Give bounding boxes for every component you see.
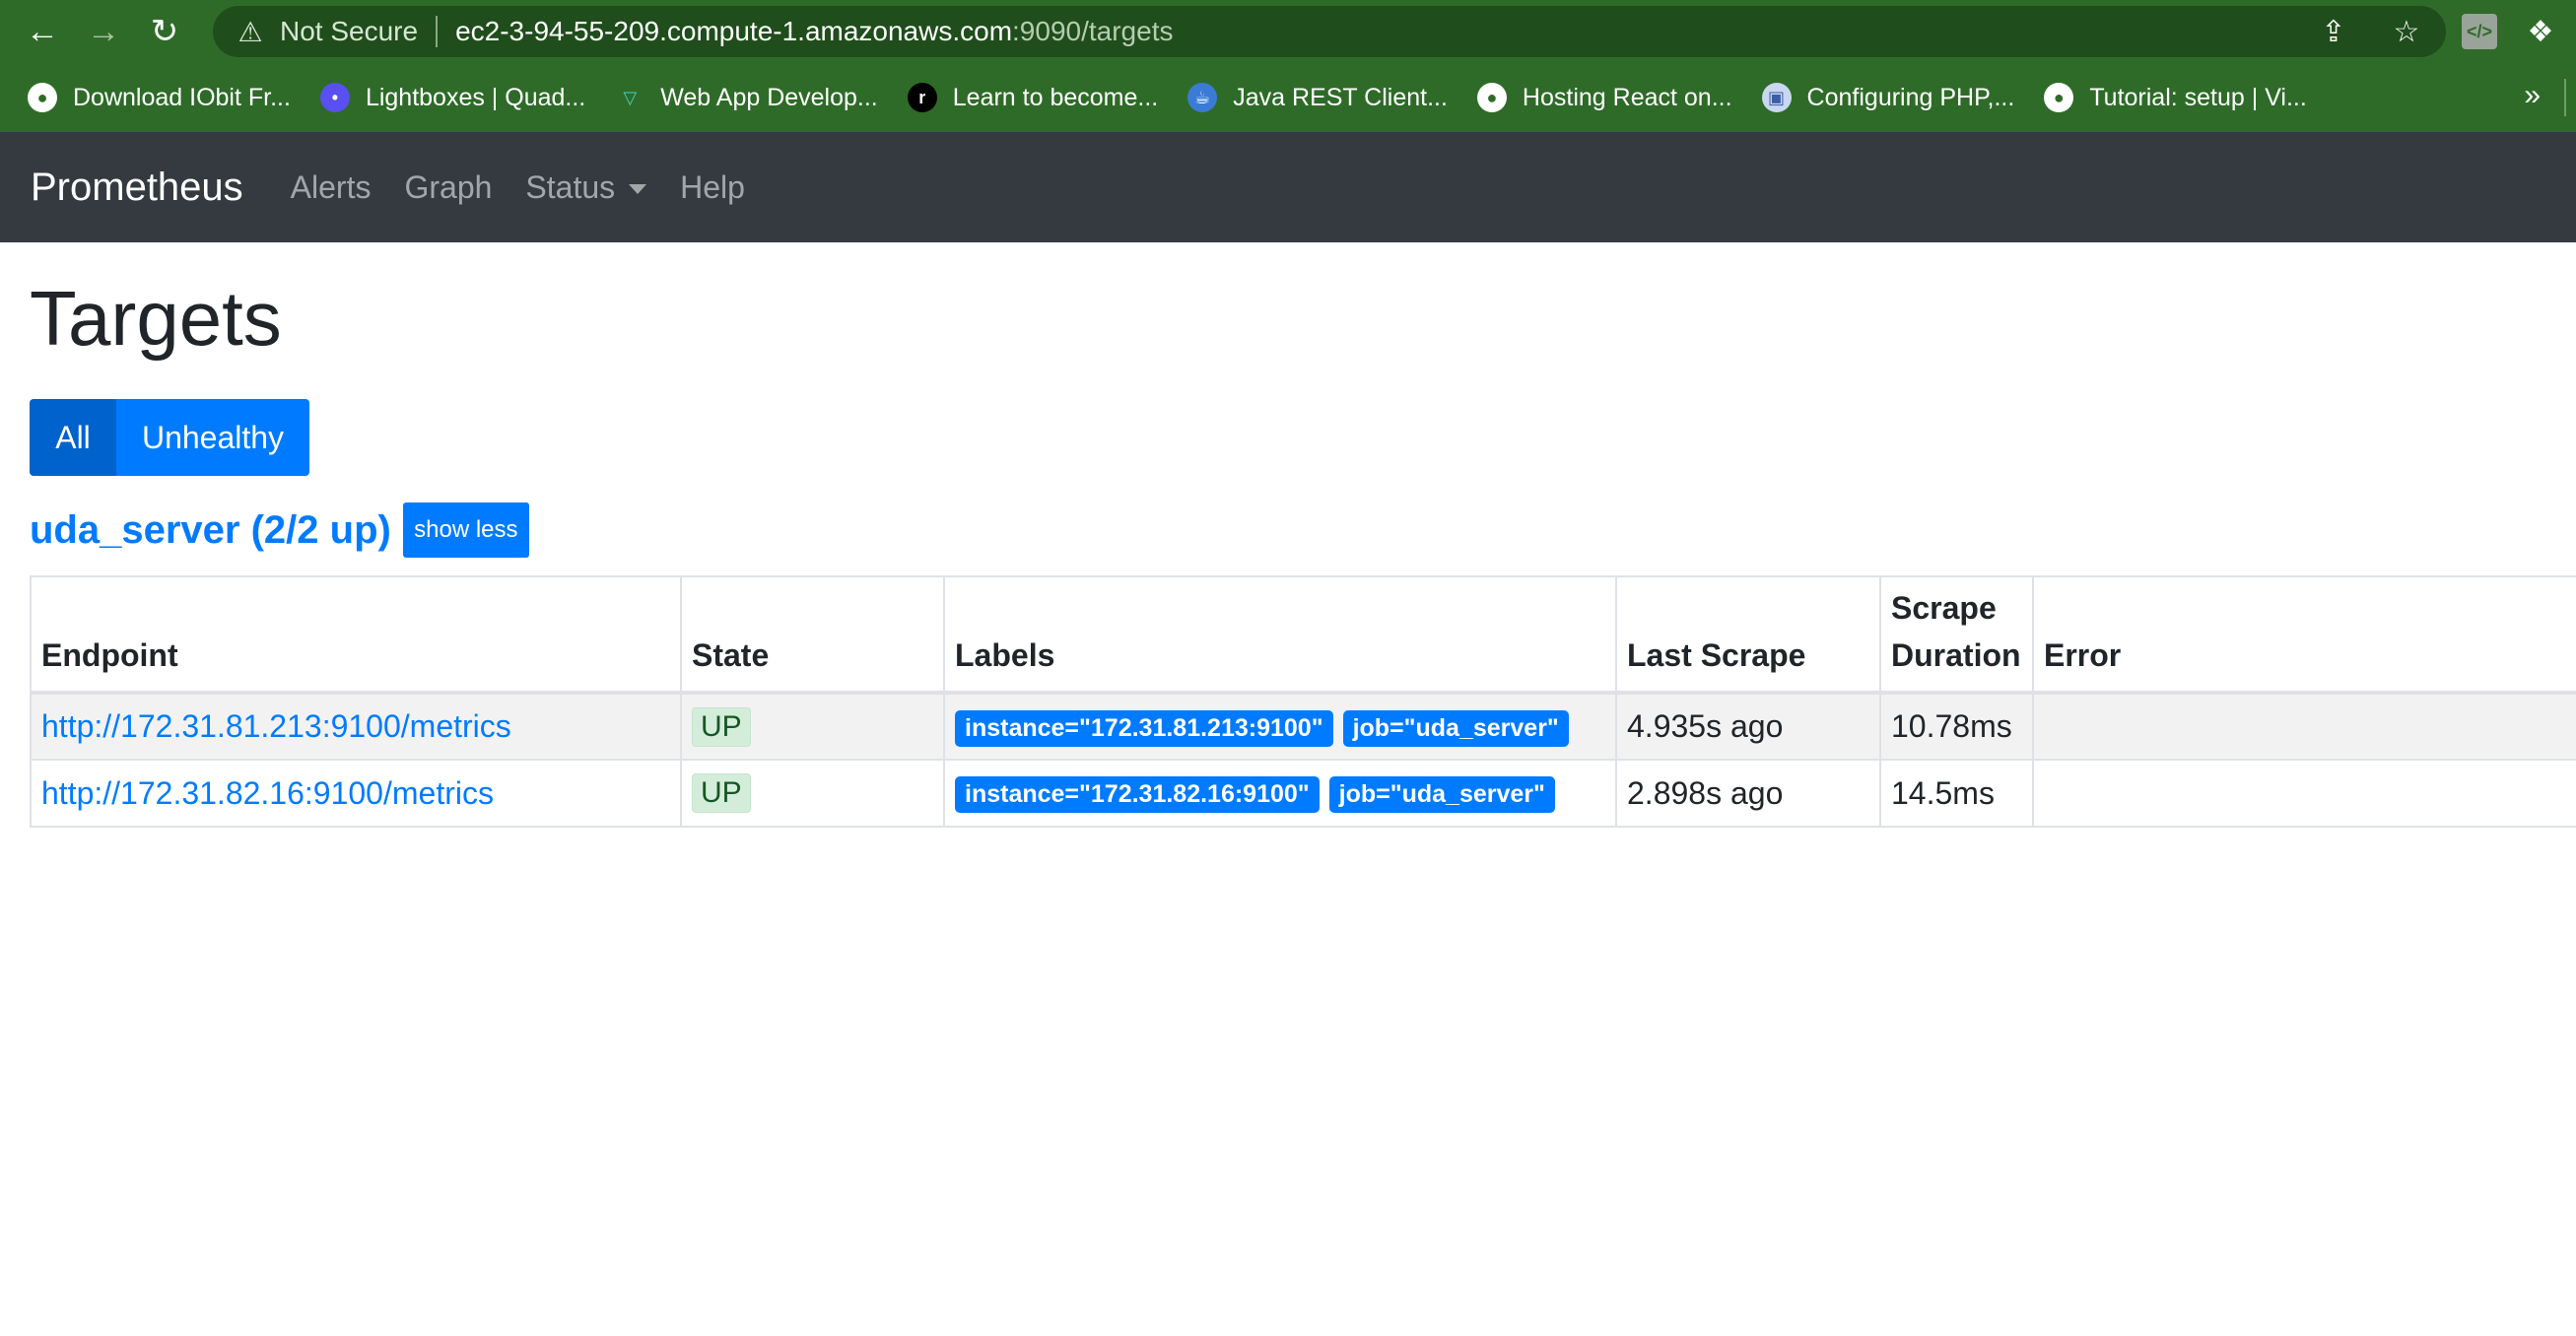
nav-status-dropdown[interactable]: Status — [525, 168, 647, 206]
bookmarks-bar: ● Download IObit Fr... • Lightboxes | Qu… — [0, 63, 2576, 132]
last-scrape-cell: 2.898s ago — [1615, 759, 1881, 828]
extensions-puzzle-icon[interactable]: ❖ — [2523, 14, 2558, 49]
bookmark-label: Tutorial: setup | Vi... — [2089, 83, 2307, 111]
bookmark-item[interactable]: • Lightboxes | Quad... — [319, 83, 586, 112]
browser-toolbar: ← → ↻ ⚠ Not Secure ec2-3-94-55-209.compu… — [0, 0, 2576, 63]
error-cell — [2032, 692, 2576, 761]
caret-down-icon — [629, 184, 647, 195]
header-last-scrape: Last Scrape — [1615, 575, 1881, 695]
bookmarks-divider — [2564, 79, 2566, 116]
address-bar[interactable]: ⚠ Not Secure ec2-3-94-55-209.compute-1.a… — [213, 6, 2446, 57]
globe-icon: ● — [1476, 83, 1507, 112]
nav-help[interactable]: Help — [680, 169, 745, 206]
table-row: http://172.31.82.16:9100/metrics UP inst… — [30, 759, 2576, 828]
forward-arrow-icon[interactable]: → — [81, 9, 126, 54]
header-endpoint: Endpoint — [30, 575, 682, 695]
state-cell: UP — [680, 759, 945, 828]
share-icon[interactable]: ⇪ — [2314, 12, 2353, 51]
filter-unhealthy-button[interactable]: Unhealthy — [116, 399, 309, 476]
star-icon[interactable]: ☆ — [2387, 12, 2426, 51]
vue-logo-icon: ▽ — [623, 87, 638, 107]
java-icon: ☕ — [1187, 83, 1218, 112]
bookmark-label: Download IObit Fr... — [73, 83, 291, 111]
nav-status-label: Status — [525, 168, 616, 205]
endpoint-cell: http://172.31.81.213:9100/metrics — [30, 692, 682, 761]
cube-icon: ▣ — [1761, 83, 1792, 112]
labels-cell: instance="172.31.82.16:9100" job="uda_ser… — [943, 759, 1617, 828]
state-badge: UP — [692, 706, 751, 747]
state-cell: UP — [680, 692, 945, 761]
bookmark-label: Lightboxes | Quad... — [365, 83, 586, 111]
table-header-row: Endpoint State Labels Last Scrape Scrape… — [30, 575, 2576, 695]
page-title: Targets — [30, 275, 282, 362]
job-header: uda_server (2/2 up) show less — [30, 502, 529, 558]
address-divider — [436, 16, 439, 47]
job-label-badge: job="uda_server" — [1328, 776, 1555, 813]
bookmark-label: Java REST Client... — [1233, 83, 1448, 111]
job-title-link[interactable]: uda_server (2/2 up) — [30, 508, 391, 553]
bookmark-item[interactable]: ☕ Java REST Client... — [1187, 83, 1448, 112]
scrape-duration-cell: 10.78ms — [1879, 692, 2034, 761]
nav-graph[interactable]: Graph — [404, 169, 492, 206]
url-host[interactable]: ec2-3-94-55-209.compute-1.amazonaws.com — [455, 16, 1012, 47]
reload-icon[interactable]: ↻ — [142, 9, 187, 54]
globe-icon: ● — [28, 83, 57, 112]
last-scrape-cell: 4.935s ago — [1615, 692, 1881, 761]
bookmark-item[interactable]: ● Tutorial: setup | Vi... — [2044, 83, 2307, 112]
job-label-badge: job="uda_server" — [1342, 709, 1569, 747]
header-scrape-duration-line2: Duration — [1891, 637, 2021, 673]
prometheus-navbar: Prometheus Alerts Graph Status Help — [0, 132, 2576, 242]
purple-circle-icon: • — [319, 83, 350, 112]
brand-link[interactable]: Prometheus — [31, 166, 243, 210]
endpoint-cell: http://172.31.82.16:9100/metrics — [30, 759, 682, 828]
bookmark-item[interactable]: ▣ Configuring PHP,... — [1761, 83, 2015, 112]
header-scrape-duration-line1: Scrape — [1891, 590, 1997, 626]
scrape-duration-cell: 14.5ms — [1879, 759, 2034, 828]
bookmark-label: Hosting React on... — [1522, 83, 1732, 111]
filter-all-button[interactable]: All — [30, 399, 116, 476]
header-labels: Labels — [943, 575, 1617, 695]
bookmark-label: Configuring PHP,... — [1806, 83, 2015, 111]
bookmark-label: Learn to become... — [952, 83, 1159, 111]
url-path[interactable]: :9090/targets — [1012, 16, 1173, 47]
not-secure-label[interactable]: Not Secure — [280, 16, 418, 47]
r-logo-icon: r — [907, 83, 937, 112]
table-row: http://172.31.81.213:9100/metrics UP ins… — [30, 692, 2576, 761]
bookmark-item[interactable]: ● Download IObit Fr... — [28, 83, 291, 112]
back-arrow-icon[interactable]: ← — [20, 9, 65, 54]
instance-label-badge: instance="172.31.81.213:9100" — [955, 709, 1333, 747]
state-badge: UP — [692, 773, 751, 813]
bookmark-label: Web App Develop... — [660, 83, 878, 111]
labels-cell: instance="172.31.81.213:9100" job="uda_se… — [943, 692, 1617, 761]
show-less-button[interactable]: show less — [402, 502, 529, 558]
bookmarks-overflow-icon[interactable]: » — [2524, 79, 2541, 112]
bookmark-item[interactable]: r Learn to become... — [907, 83, 1159, 112]
globe-icon: ● — [2044, 83, 2074, 112]
bookmark-item[interactable]: ● Hosting React on... — [1476, 83, 1732, 112]
endpoint-link[interactable]: http://172.31.82.16:9100/metrics — [41, 775, 494, 811]
instance-label-badge: instance="172.31.82.16:9100" — [955, 776, 1320, 813]
header-error: Error — [2032, 575, 2576, 695]
code-extension-icon[interactable]: </> — [2462, 14, 2497, 49]
endpoint-link[interactable]: http://172.31.81.213:9100/metrics — [41, 708, 511, 744]
bookmark-item[interactable]: ▽ Web App Develop... — [615, 83, 878, 112]
warning-icon[interactable]: ⚠ — [235, 16, 266, 48]
filter-button-group: All Unhealthy — [30, 399, 309, 476]
targets-table: Endpoint State Labels Last Scrape Scrape… — [30, 575, 2576, 828]
error-cell — [2032, 759, 2576, 828]
nav-alerts[interactable]: Alerts — [291, 169, 372, 206]
header-scrape-duration: Scrape Duration — [1879, 575, 2034, 695]
header-state: State — [680, 575, 945, 695]
